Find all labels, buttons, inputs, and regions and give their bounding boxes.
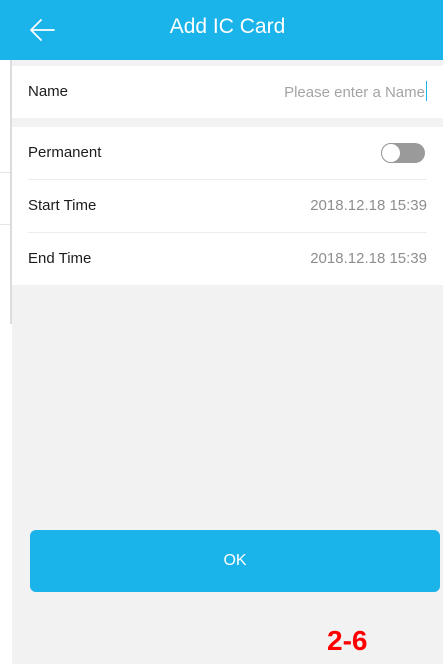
start-time-label: Start Time <box>28 197 97 214</box>
end-time-row[interactable]: End Time 2018.12.18 15:39 <box>28 233 427 285</box>
text-cursor <box>426 81 427 101</box>
name-group: Name <box>12 66 443 118</box>
name-label: Name <box>28 83 69 100</box>
start-time-value: 2018.12.18 15:39 <box>310 197 427 214</box>
name-input[interactable] <box>203 78 427 106</box>
start-time-row[interactable]: Start Time 2018.12.18 15:39 <box>28 180 427 233</box>
permanent-toggle[interactable] <box>381 143 425 163</box>
figure-caption: 2-6 <box>327 625 368 656</box>
add-ic-card-screen: Add IC Card Name Permanent Start Time 20… <box>12 0 443 664</box>
background-header-edge <box>0 0 12 60</box>
ok-button[interactable]: OK <box>30 530 440 592</box>
permanent-label: Permanent <box>28 144 102 161</box>
name-row: Name <box>28 66 427 118</box>
end-time-value: 2018.12.18 15:39 <box>310 250 427 267</box>
toggle-knob <box>381 143 401 163</box>
time-settings-group: Permanent Start Time 2018.12.18 15:39 En… <box>12 127 443 285</box>
page-title: Add IC Card <box>169 15 286 38</box>
app-header: Add IC Card <box>12 0 443 60</box>
background-panel-edge <box>0 0 12 664</box>
end-time-label: End Time <box>28 250 92 267</box>
permanent-row: Permanent <box>28 127 427 180</box>
